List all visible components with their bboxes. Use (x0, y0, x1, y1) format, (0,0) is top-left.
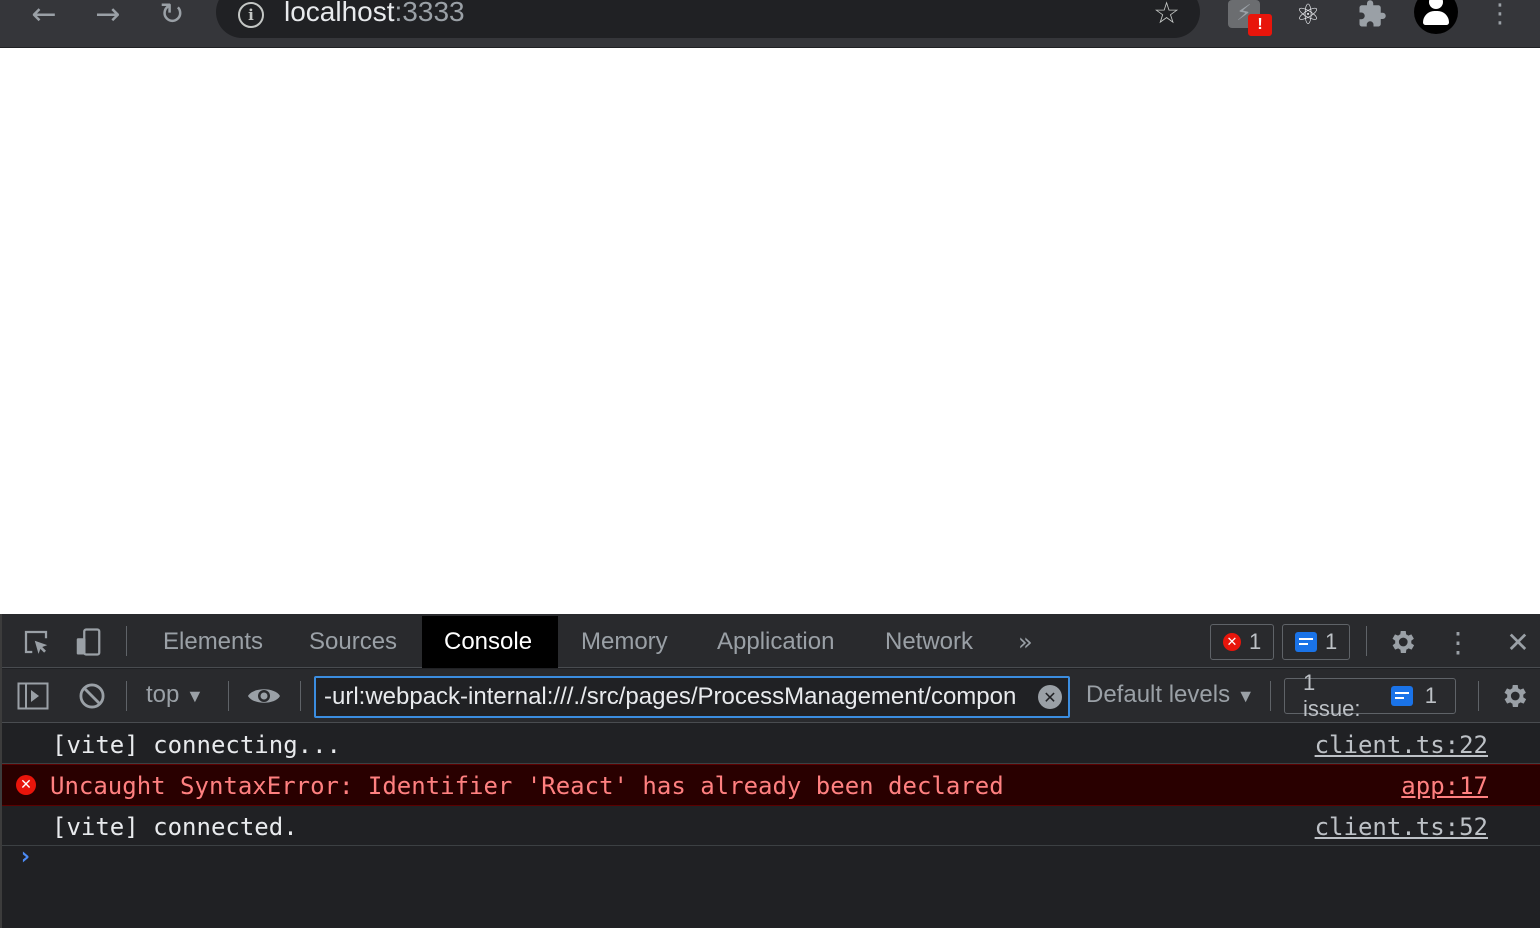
message-count: 1 (1325, 629, 1338, 654)
error-icon: ✕ (1223, 633, 1241, 651)
issues-label: 1 issue: (1303, 670, 1361, 721)
divider (126, 681, 127, 711)
eye-icon (248, 689, 280, 703)
extensions-button[interactable] (1350, 0, 1394, 34)
console-settings-button[interactable] (1494, 679, 1534, 713)
kebab-menu-icon: ⋮ (1487, 0, 1513, 29)
page-viewport (0, 48, 1540, 614)
back-button[interactable]: ← (22, 0, 66, 34)
console-toolbar: top ▼ ✕ Default levels ▼ 1 issue: 1 (2, 669, 1540, 723)
address-bar[interactable]: i localhost:3333 ☆ (216, 0, 1200, 38)
react-devtools-button[interactable]: ⚛ (1286, 0, 1330, 34)
arrow-right-icon: → (95, 0, 121, 32)
live-expression-button[interactable] (244, 679, 284, 713)
log-text: [vite] connecting... (52, 731, 341, 759)
inspect-element-button[interactable] (16, 624, 56, 660)
log-text: [vite] connected. (52, 813, 298, 841)
puzzle-icon (1359, 0, 1386, 27)
message-icon (1390, 686, 1413, 706)
url-text[interactable]: localhost:3333 (284, 0, 465, 28)
console-error-row: ✕ Uncaught SyntaxError: Identifier 'Reac… (2, 764, 1540, 806)
arrow-left-icon: ← (31, 0, 57, 32)
issues-count: 1 (1424, 683, 1437, 708)
devtools-panel: Elements Sources Console Memory Applicat… (0, 614, 1540, 928)
error-count: 1 (1249, 629, 1262, 654)
block-icon (79, 683, 105, 709)
tab-elements[interactable]: Elements (141, 616, 285, 668)
browser-toolbar: ← → ↻ i localhost:3333 ☆ ⚡ ! ⚛ ⋮ (0, 0, 1540, 48)
more-tabs-chevron-icon[interactable]: » (996, 616, 1055, 668)
extension-alert-badge: ! (1248, 14, 1272, 36)
console-log-row: [vite] connected. client.ts:52 (2, 806, 1540, 846)
tab-console[interactable]: Console (422, 616, 558, 668)
console-filter[interactable]: ✕ (314, 676, 1070, 718)
react-atom-icon: ⚛ (1295, 0, 1321, 31)
source-link[interactable]: client.ts:52 (1315, 813, 1488, 841)
error-counter[interactable]: ✕ 1 (1210, 624, 1275, 660)
close-devtools-button[interactable]: ✕ (1498, 624, 1538, 660)
url-port: :3333 (394, 0, 465, 27)
message-counter[interactable]: 1 (1282, 624, 1351, 660)
gear-icon (1392, 631, 1415, 653)
sidebar-play-icon (17, 682, 49, 710)
log-levels-dropdown[interactable]: Default levels ▼ (1086, 681, 1255, 709)
clear-console-button[interactable] (72, 679, 112, 713)
divider (1366, 626, 1367, 656)
error-icon: ✕ (16, 775, 36, 795)
tab-application[interactable]: Application (695, 616, 856, 668)
divider (1478, 681, 1479, 711)
tab-network[interactable]: Network (863, 616, 995, 668)
devtools-more-button[interactable]: ⋮ (1438, 624, 1478, 660)
levels-label: Default levels (1086, 681, 1231, 708)
dropdown-triangle-icon: ▼ (1236, 686, 1255, 706)
bookmark-star-icon[interactable]: ☆ (1153, 0, 1180, 31)
tab-sources[interactable]: Sources (287, 616, 419, 668)
divider (300, 681, 301, 711)
message-icon (1295, 632, 1317, 652)
site-info-icon[interactable]: i (238, 2, 264, 28)
console-prompt[interactable]: › (18, 842, 32, 870)
forward-button[interactable]: → (86, 0, 130, 34)
bolt-extension-button[interactable]: ⚡ ! (1222, 0, 1272, 36)
devtools-tab-bar: Elements Sources Console Memory Applicat… (2, 614, 1540, 668)
device-toolbar-button[interactable] (68, 624, 108, 660)
context-selector[interactable]: top ▼ (146, 681, 204, 709)
source-link[interactable]: client.ts:22 (1315, 731, 1488, 759)
error-text: Uncaught SyntaxError: Identifier 'React'… (50, 772, 1004, 800)
console-messages: [vite] connecting... client.ts:22 ✕ Unca… (2, 724, 1540, 928)
divider (1270, 681, 1271, 711)
browser-menu-button[interactable]: ⋮ (1478, 0, 1522, 34)
divider (228, 681, 229, 711)
reload-button[interactable]: ↻ (150, 0, 194, 34)
avatar-icon (1414, 0, 1458, 34)
device-toggle-icon (76, 628, 101, 656)
show-sidebar-button[interactable] (12, 679, 54, 713)
close-icon: ✕ (1506, 625, 1530, 659)
clear-filter-icon[interactable]: ✕ (1038, 685, 1062, 709)
divider (126, 626, 127, 656)
source-link[interactable]: app:17 (1401, 772, 1488, 800)
inspect-cursor-icon (24, 630, 48, 654)
context-value: top (146, 681, 180, 708)
tab-memory[interactable]: Memory (559, 616, 690, 668)
settings-button[interactable] (1382, 624, 1422, 660)
reload-icon: ↻ (159, 0, 185, 32)
filter-input[interactable] (316, 678, 1038, 716)
issues-counter[interactable]: 1 issue: 1 (1284, 670, 1456, 721)
gear-icon (1504, 685, 1527, 707)
url-host: localhost (284, 0, 395, 27)
profile-button[interactable] (1414, 0, 1458, 34)
kebab-menu-icon: ⋮ (1444, 625, 1472, 659)
console-log-row: [vite] connecting... client.ts:22 (2, 724, 1540, 764)
dropdown-triangle-icon: ▼ (186, 686, 204, 706)
